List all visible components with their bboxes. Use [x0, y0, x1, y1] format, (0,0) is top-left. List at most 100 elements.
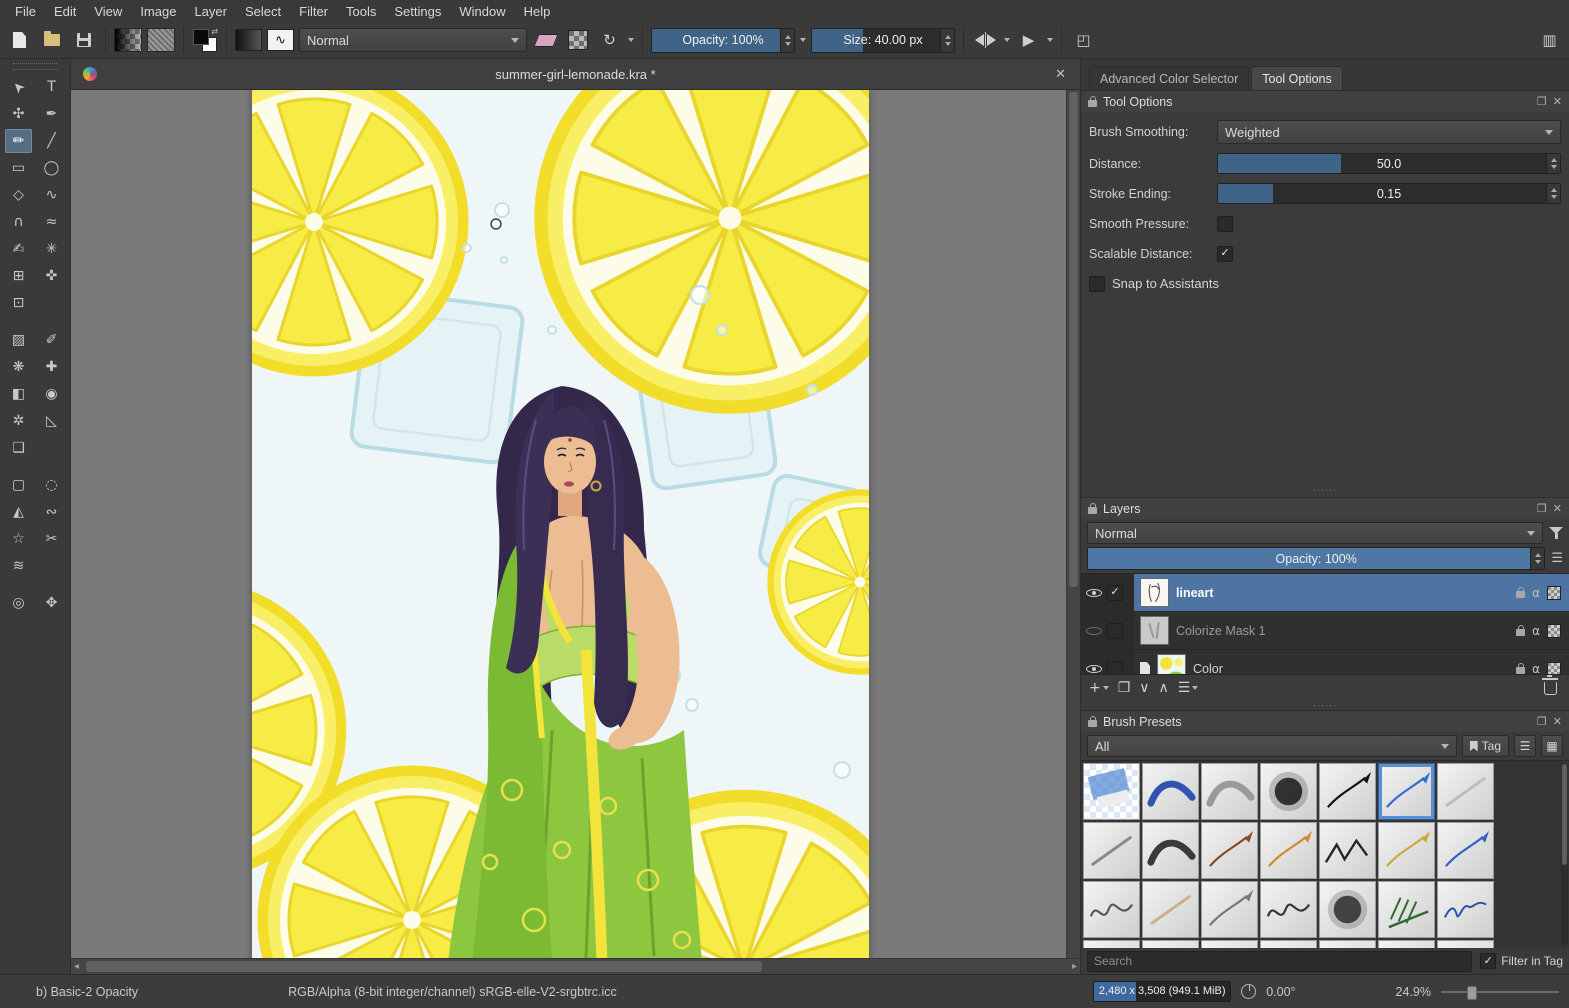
- brush-preset-thumbnail[interactable]: [1378, 881, 1435, 938]
- layer-row-colorize-mask-1[interactable]: Colorize Mask 1 α: [1081, 612, 1569, 650]
- open-document-button[interactable]: [38, 27, 65, 53]
- chevron-down-icon[interactable]: [800, 38, 806, 42]
- tag-button[interactable]: Tag: [1461, 735, 1509, 757]
- brush-preset-thumbnail[interactable]: [1437, 940, 1494, 948]
- docker-lock-icon[interactable]: [1088, 503, 1097, 514]
- layer-visibility-icon[interactable]: [1086, 585, 1102, 601]
- brush-preset-thumbnail[interactable]: [1142, 763, 1199, 820]
- layer-row-color[interactable]: Color α: [1081, 650, 1569, 675]
- similar-color-select-tool[interactable]: ☆: [5, 527, 32, 551]
- enclose-fill-tool[interactable]: ◉: [38, 382, 65, 406]
- opacity-slider[interactable]: Opacity: 100%: [651, 27, 795, 53]
- close-docker-icon[interactable]: ✕: [1553, 502, 1562, 515]
- toolbox-drag-handle[interactable]: [13, 63, 57, 70]
- snap-to-assistants-checkbox[interactable]: [1089, 275, 1105, 292]
- menu-tools[interactable]: Tools: [337, 2, 385, 21]
- layer-filter-icon[interactable]: [1549, 526, 1563, 540]
- bezier-curve-tool[interactable]: ∩: [5, 210, 32, 234]
- brush-preset-thumbnail[interactable]: [1083, 940, 1140, 948]
- brush-preset-thumbnail[interactable]: [1378, 940, 1435, 948]
- float-docker-icon[interactable]: ❐: [1537, 95, 1547, 108]
- brush-preset-thumbnail[interactable]: [1319, 940, 1376, 948]
- gradient-tool[interactable]: ▨: [5, 328, 32, 352]
- swap-colors-icon[interactable]: ⇄: [211, 28, 218, 36]
- reload-preset-button[interactable]: ↻: [596, 27, 623, 53]
- brush-preset-thumbnail[interactable]: [1319, 763, 1376, 820]
- freehand-select-tool[interactable]: ∾: [38, 500, 65, 524]
- edit-shapes-tool[interactable]: ✣: [5, 102, 32, 126]
- brush-search-input[interactable]: [1087, 950, 1473, 972]
- brush-preset-thumbnail[interactable]: [1437, 881, 1494, 938]
- menu-edit[interactable]: Edit: [45, 2, 85, 21]
- freehand-path-tool[interactable]: ≈: [38, 210, 65, 234]
- horizontal-scrollbar-thumb[interactable]: [86, 961, 763, 972]
- distance-slider[interactable]: 50.0: [1217, 153, 1561, 174]
- select-shapes-tool[interactable]: ➤: [5, 75, 32, 99]
- brush-editor-button[interactable]: ∿: [267, 27, 294, 53]
- menu-view[interactable]: View: [85, 2, 131, 21]
- stroke-ending-spin-arrows[interactable]: [1546, 184, 1560, 203]
- brush-size-slider[interactable]: Size: 40.00 px: [811, 27, 955, 53]
- layer-row-lineart[interactable]: ✓ lineart α: [1081, 574, 1569, 612]
- chevron-down-icon[interactable]: [628, 38, 634, 42]
- filter-in-tag-checkbox[interactable]: ✓: [1480, 953, 1497, 969]
- inherit-alpha-icon[interactable]: α: [1532, 662, 1540, 675]
- mirror-vertical-button[interactable]: ▶: [1015, 27, 1042, 53]
- canvas-artwork[interactable]: [252, 90, 869, 958]
- horizontal-scrollbar[interactable]: ◂ ▸: [71, 958, 1080, 974]
- docker-resize-handle[interactable]: ······: [1089, 486, 1561, 495]
- bezier-select-tool[interactable]: ✂: [38, 527, 65, 551]
- zoom-percentage[interactable]: 24.9%: [1396, 985, 1431, 999]
- crop-tool[interactable]: ⊡: [5, 291, 32, 315]
- float-docker-icon[interactable]: ❐: [1537, 715, 1547, 728]
- blending-mode-dropdown[interactable]: Normal: [299, 28, 527, 52]
- freehand-brush-tool[interactable]: ✏: [5, 129, 32, 153]
- brush-preset-thumbnail[interactable]: [1260, 940, 1317, 948]
- brush-preset-thumbnail[interactable]: [1083, 881, 1140, 938]
- brush-preset-thumbnail[interactable]: [1260, 763, 1317, 820]
- menu-settings[interactable]: Settings: [385, 2, 450, 21]
- gradient-swatch[interactable]: [114, 28, 142, 52]
- brush-preset-thumbnail[interactable]: [1142, 940, 1199, 948]
- current-preset-name[interactable]: b) Basic-2 Opacity: [36, 985, 138, 999]
- layer-checkbox[interactable]: [1107, 660, 1123, 675]
- brush-preset-thumbnail[interactable]: [1201, 822, 1258, 879]
- multibrush-tool[interactable]: ✳: [38, 237, 65, 261]
- brush-preset-thumbnail[interactable]: [1319, 822, 1376, 879]
- brush-preset-thumbnail[interactable]: [1142, 881, 1199, 938]
- menu-image[interactable]: Image: [131, 2, 185, 21]
- duplicate-layer-button[interactable]: ❐: [1118, 680, 1131, 696]
- assistants-tool[interactable]: ✲: [5, 409, 32, 433]
- brush-preset-thumbnail[interactable]: [1083, 763, 1140, 820]
- move-tool[interactable]: ✜: [38, 264, 65, 288]
- layer-lock-icon[interactable]: [1516, 625, 1526, 636]
- pattern-edit-tool[interactable]: ❋: [5, 355, 32, 379]
- docker-resize-handle[interactable]: ······: [1081, 701, 1569, 710]
- menu-window[interactable]: Window: [450, 2, 514, 21]
- layer-visibility-icon[interactable]: [1086, 623, 1102, 639]
- polygonal-select-tool[interactable]: ◭: [5, 500, 32, 524]
- layer-properties-button[interactable]: ☰: [1178, 680, 1199, 696]
- pattern-swatch[interactable]: [147, 28, 175, 52]
- menu-layer[interactable]: Layer: [185, 2, 236, 21]
- brush-preset-thumbnail[interactable]: [1260, 881, 1317, 938]
- zoom-tool[interactable]: ◎: [5, 591, 32, 615]
- layer-properties-icon[interactable]: ☰: [1551, 551, 1563, 566]
- fill-tool[interactable]: ◧: [5, 382, 32, 406]
- eraser-mode-button[interactable]: [532, 27, 559, 53]
- vertical-scrollbar-thumb[interactable]: [1069, 92, 1078, 587]
- chevron-down-icon[interactable]: [1047, 38, 1053, 42]
- mirror-horizontal-button[interactable]: [972, 27, 999, 53]
- layer-opacity-spin-arrows[interactable]: [1530, 548, 1545, 569]
- zoom-slider[interactable]: [1441, 985, 1559, 1000]
- fg-bg-color-selector[interactable]: ⇄: [192, 28, 218, 52]
- color-sampler-tool[interactable]: ✐: [38, 328, 65, 352]
- tag-filter-dropdown[interactable]: All: [1087, 735, 1457, 757]
- move-layer-down-button[interactable]: ∨: [1139, 680, 1149, 696]
- brush-preset-thumbnail[interactable]: [1378, 822, 1435, 879]
- layer-checkbox[interactable]: [1107, 622, 1123, 639]
- choose-workspace-button[interactable]: ▥: [1536, 27, 1563, 53]
- stroke-ending-slider[interactable]: 0.15: [1217, 183, 1561, 204]
- brush-preset-thumbnail[interactable]: [1083, 822, 1140, 879]
- brush-preset-thumbnail[interactable]: [1142, 822, 1199, 879]
